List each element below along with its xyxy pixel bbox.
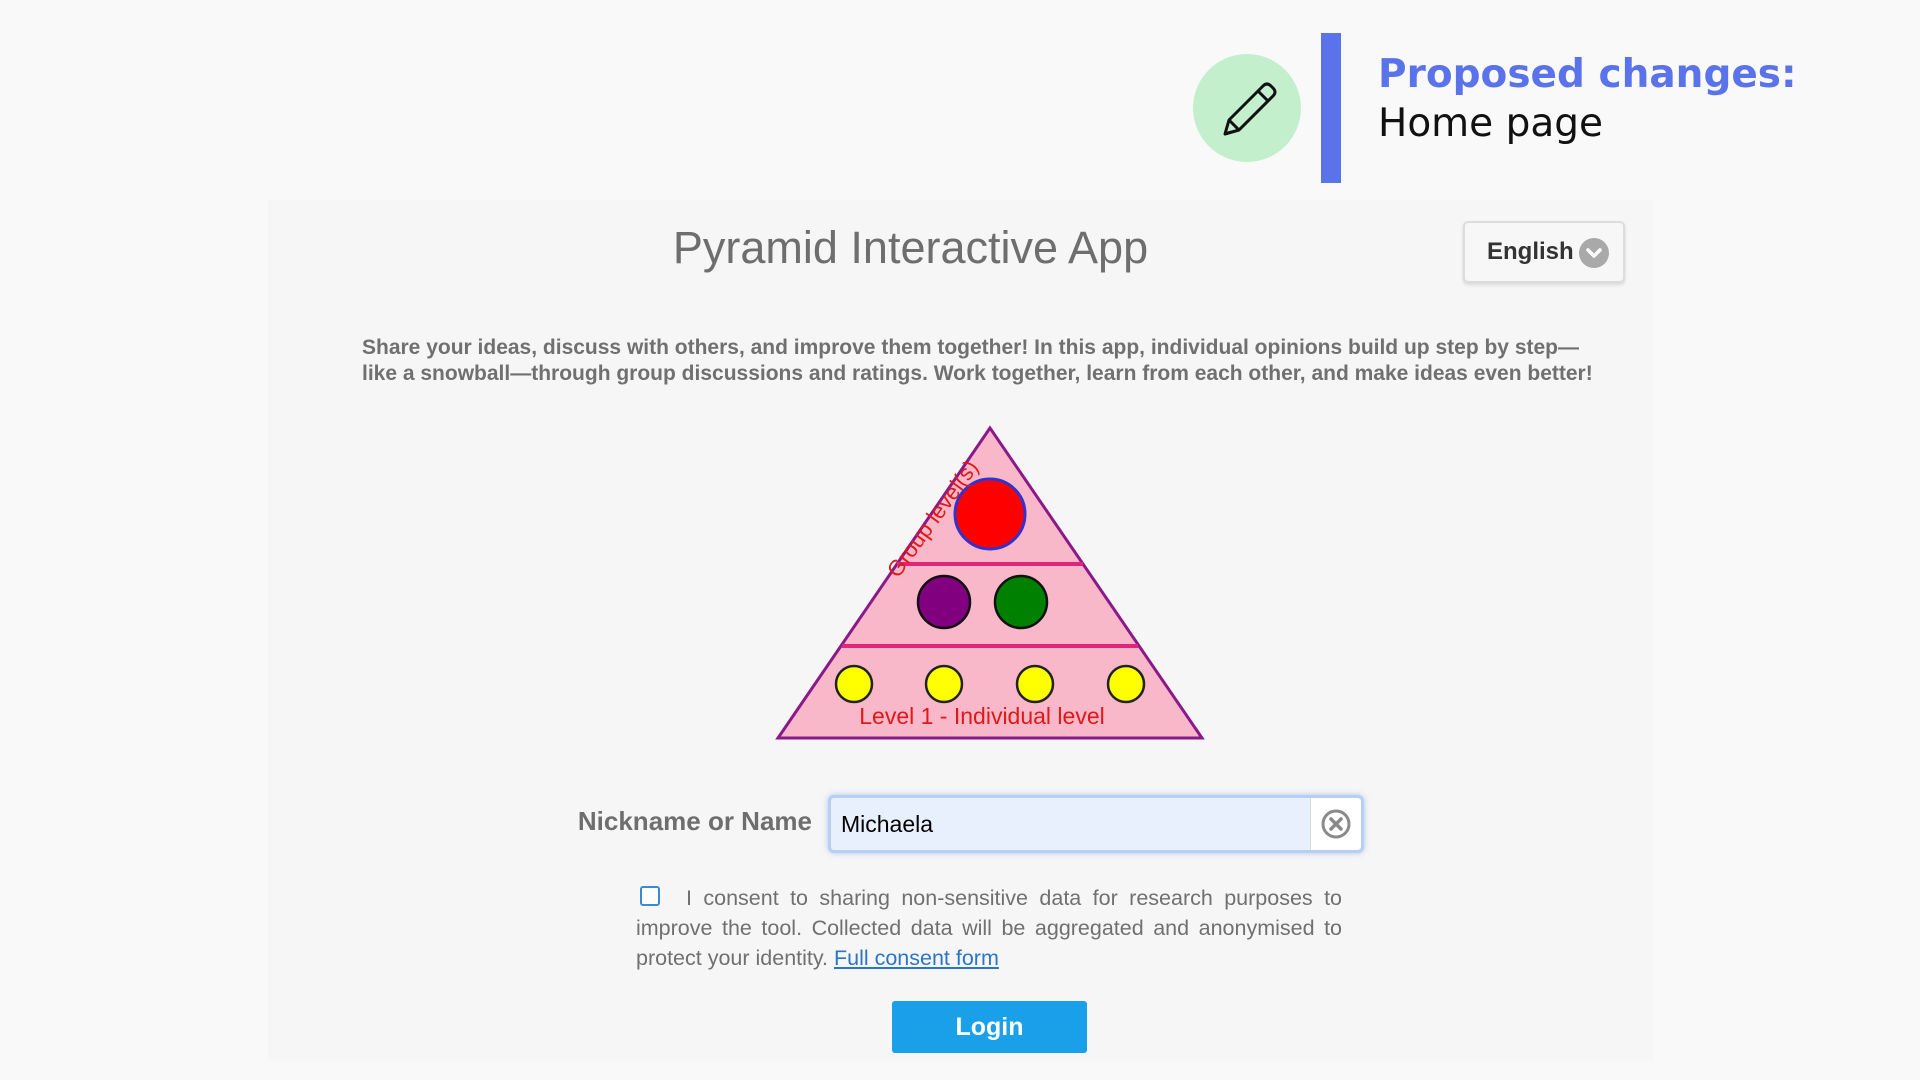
mid-node-green	[993, 574, 1049, 630]
pyramid-diagram: Group level(s) Level 1 - Individual leve…	[775, 425, 1205, 740]
page-title: Pyramid Interactive App	[672, 222, 1149, 273]
pencil-badge	[1193, 54, 1301, 162]
base-node	[1106, 664, 1146, 704]
consent-form-link[interactable]: Full consent form	[834, 946, 999, 970]
consent-checkbox[interactable]	[640, 886, 660, 906]
clear-circle-icon	[1321, 809, 1351, 839]
language-select[interactable]: English	[1463, 221, 1625, 283]
login-button[interactable]: Login	[892, 1001, 1087, 1053]
mid-node-purple	[916, 574, 972, 630]
annotation-title: Proposed changes:	[1378, 52, 1797, 97]
consent-statement: I consent to sharing non-sensitive data …	[636, 883, 1342, 973]
base-node	[924, 664, 964, 704]
individual-level-label: Level 1 - Individual level	[859, 703, 1104, 729]
language-selected-value: English	[1487, 238, 1574, 265]
intro-description: Share your ideas, discuss with others, a…	[362, 336, 1593, 385]
base-node	[834, 664, 874, 704]
accent-bar	[1321, 33, 1341, 183]
name-field-label: Nickname or Name	[577, 806, 812, 836]
clear-input-button[interactable]	[1310, 798, 1361, 850]
name-input[interactable]	[841, 805, 1281, 843]
annotation-subtitle: Home page	[1378, 101, 1603, 146]
base-node	[1015, 664, 1055, 704]
chevron-down-icon	[1579, 238, 1609, 268]
pencil-icon	[1223, 82, 1277, 136]
annotation-heading: Proposed changes: Home page	[1378, 50, 1797, 148]
name-field	[828, 795, 1364, 853]
slide: Proposed changes: Home page Pyramid Inte…	[0, 0, 1920, 1080]
